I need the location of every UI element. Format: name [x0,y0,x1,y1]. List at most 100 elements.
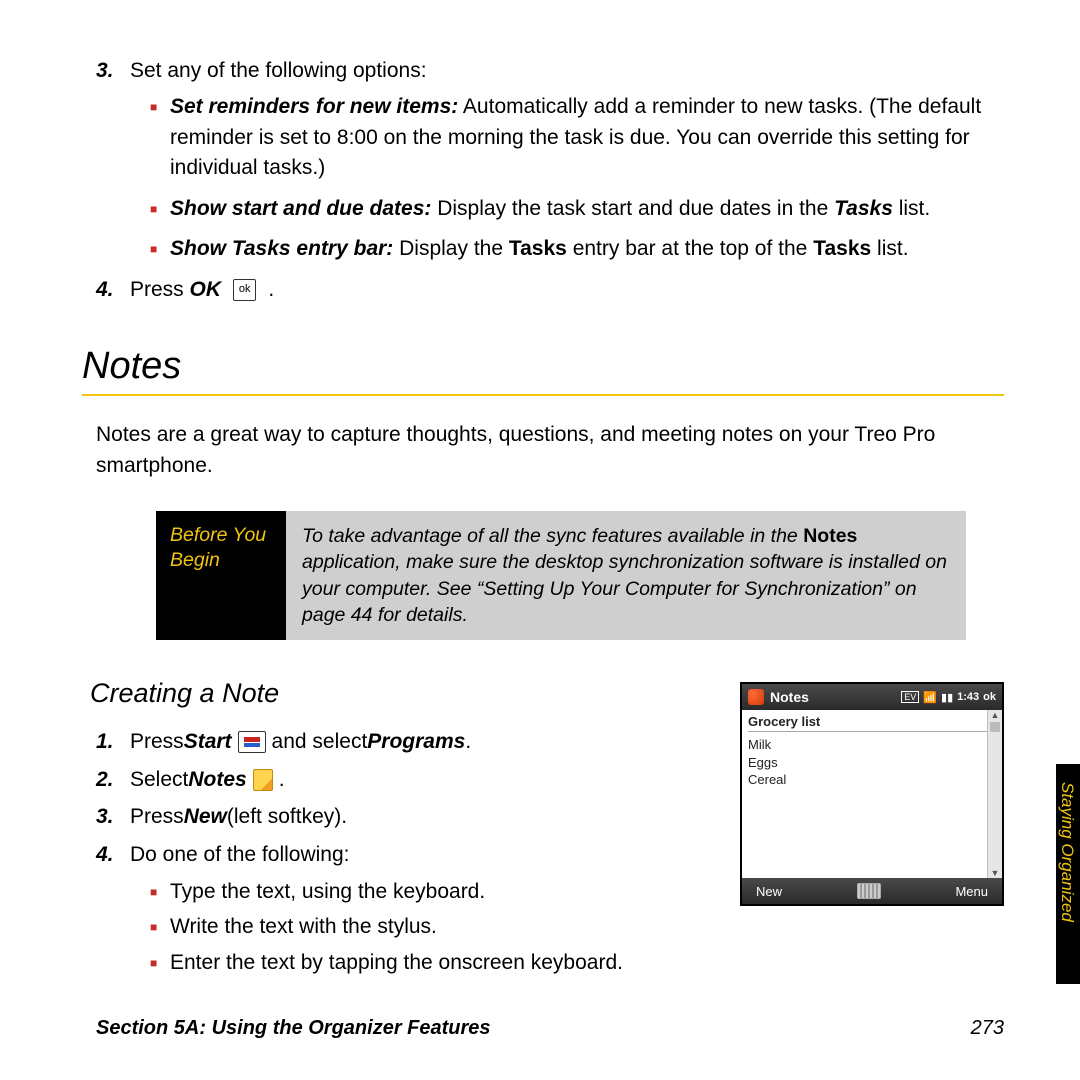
creating-note-region: Creating a Note 1. Press Start and selec… [96,678,1004,982]
ev-indicator: EV [901,691,919,703]
ok-glyph: ok [239,282,251,298]
sublist-item-b: ■ Show start and due dates: Display the … [150,194,1004,224]
divider-yellow [82,394,1004,396]
device-scrollbar[interactable]: ▲ ▼ [987,710,1002,878]
keyboard-icon[interactable] [857,883,881,899]
text: Display the [393,237,509,260]
battery-icon: ▮▮ [941,691,953,704]
device-ok-button[interactable]: ok [983,691,996,703]
text: Display the task start and due dates in … [431,197,834,220]
list-number: 3. [96,800,130,834]
sublist-2: ■ Type the text, using the keyboard. ■ W… [150,876,720,979]
sublist2-item-a: ■ Type the text, using the keyboard. [150,876,720,908]
text: entry bar at the top of the [567,237,813,260]
footer-section-title: Section 5A: Using the Organizer Features [96,1017,491,1040]
text: Enter the text by tapping the onscreen k… [170,947,720,979]
device-body[interactable]: Grocery list Milk Eggs Cereal ▲ ▼ [742,710,1002,878]
list-number: 2. [96,763,130,797]
list-text: Set any of the following options: [130,56,1004,86]
creating-note-text: Creating a Note 1. Press Start and selec… [96,678,720,982]
text: Press [130,800,184,834]
signal-icon: 📶 [923,691,937,704]
text: Select [130,763,188,797]
text: list. [893,197,930,220]
device-time: 1:43 [957,691,979,703]
side-tab: Staying Organized [1056,764,1080,984]
bold-word: Notes [188,763,246,797]
list-item-1: 1. Press Start and select Programs. [96,725,720,759]
section-heading-notes: Notes [82,345,1004,388]
text: . [465,725,471,759]
ok-word: OK [190,278,222,301]
text: Type the text, using the keyboard. [170,876,720,908]
device-title-left: Notes [748,689,809,705]
sublist-1: ■ Set reminders for new items: Automatic… [150,92,1004,264]
list-item-4b: 4. Do one of the following: [96,838,720,872]
scroll-up-icon[interactable]: ▲ [988,710,1002,720]
note-line: Cereal [748,771,996,789]
sublist-text: Show start and due dates: Display the ta… [170,194,1004,224]
bullet-icon: ■ [150,99,170,183]
ok-button-icon: ok [233,279,257,301]
scroll-down-icon[interactable]: ▼ [988,868,1002,878]
list-text: Do one of the following: [130,838,720,872]
note-title: Grocery list [748,714,996,732]
list-number: 1. [96,725,130,759]
text: Press [130,278,190,301]
bullet-icon: ■ [150,883,170,908]
list-number: 4. [96,838,130,872]
softkey-new[interactable]: New [756,884,782,899]
bold-word: Notes [803,525,857,547]
list-number: 4. [96,275,130,305]
sublist2-item-b: ■ Write the text with the stylus. [150,911,720,943]
list-item-4: 4. Press OK ok . [96,275,1004,305]
before-you-begin-box: Before You Begin To take advantage of al… [156,511,966,640]
before-text: To take advantage of all the sync featur… [286,511,966,640]
sublist-item-c: ■ Show Tasks entry bar: Display the Task… [150,234,1004,264]
page-number: 273 [971,1017,1004,1040]
note-line: Milk [748,736,996,754]
text: To take advantage of all the sync featur… [302,525,803,547]
text: Write the text with the stylus. [170,911,720,943]
flag-icon [244,737,260,747]
sublist-item-a: ■ Set reminders for new items: Automatic… [150,92,1004,183]
notes-intro-text: Notes are a great way to capture thought… [96,420,1004,481]
device-screenshot: Notes EV 📶 ▮▮ 1:43 ok Grocery list Milk … [740,682,1004,906]
text: Press [130,725,184,759]
bold-label: Set reminders for new items: [170,95,458,118]
list-text: Press Start and select Programs. [130,725,720,759]
bullet-icon: ■ [150,954,170,979]
bold-label: Show Tasks entry bar: [170,237,393,260]
notes-app-icon [253,769,273,791]
text: (left softkey). [227,800,347,834]
list-text: Press OK ok . [130,275,1004,305]
softkey-menu[interactable]: Menu [955,884,988,899]
list-text: Press New (left softkey). [130,800,720,834]
text: and select [272,725,368,759]
bold-word: Start [184,725,232,759]
bullet-icon: ■ [150,241,170,264]
ordered-list-top: 3. Set any of the following options: ■ S… [96,56,1004,305]
sublist2-item-c: ■ Enter the text by tapping the onscreen… [150,947,720,979]
bold-word: Tasks [509,237,567,260]
bold-word: Tasks [834,197,893,220]
bold-word: Tasks [813,237,871,260]
note-line: Eggs [748,754,996,772]
before-label: Before You Begin [156,511,286,640]
bold-label: Show start and due dates: [170,197,431,220]
device-titlebar: Notes EV 📶 ▮▮ 1:43 ok [742,684,1002,710]
list-item-2: 2. Select Notes . [96,763,720,797]
device-status: EV 📶 ▮▮ 1:43 ok [901,691,996,704]
text: list. [871,237,908,260]
start-icon[interactable] [748,689,764,705]
device-softkeys: New Menu [742,878,1002,904]
before-label-l1: Before You [170,523,272,548]
scroll-thumb[interactable] [990,722,1000,732]
sublist-text: Set reminders for new items: Automatical… [170,92,1004,183]
list-number: 3. [96,56,130,86]
list-item-3: 3. Set any of the following options: [96,56,1004,86]
page: 3. Set any of the following options: ■ S… [0,0,1080,1080]
ordered-list-creating: 1. Press Start and select Programs. 2. S… [96,725,720,978]
text: . [262,278,274,301]
bold-word: New [184,800,227,834]
